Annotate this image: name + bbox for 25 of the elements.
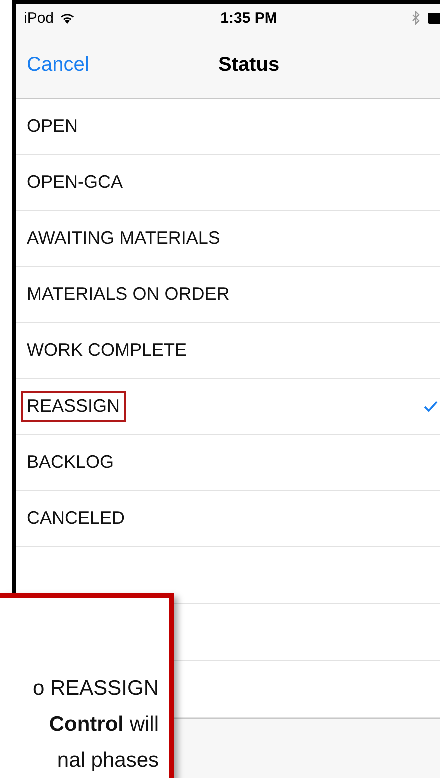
option-label: OPEN: [26, 115, 80, 138]
option-label: OPEN-GCA: [26, 171, 124, 194]
nav-title: Status: [218, 54, 280, 76]
wifi-icon: [60, 12, 76, 24]
callout-text: Control will: [49, 714, 159, 736]
option-label: MATERIALS ON ORDER: [26, 283, 231, 306]
option-label: CANCELED: [26, 507, 126, 530]
status-option[interactable]: OPEN: [16, 99, 440, 155]
option-label: REASSIGN: [21, 391, 126, 422]
status-option[interactable]: REASSIGN: [16, 379, 440, 435]
option-label: AWAITING MATERIALS: [26, 227, 222, 250]
status-option[interactable]: WORK COMPLETE: [16, 323, 440, 379]
callout-text: nal phases: [57, 750, 159, 772]
status-option[interactable]: BACKLOG: [16, 435, 440, 491]
option-label: WORK COMPLETE: [26, 339, 188, 362]
option-label: BACKLOG: [26, 451, 116, 474]
status-option[interactable]: CANCELED: [16, 491, 440, 547]
carrier-label: iPod: [24, 10, 54, 26]
status-time: 1:35 PM: [220, 10, 278, 26]
cancel-button[interactable]: Cancel: [27, 54, 90, 76]
status-option[interactable]: OPEN-GCA: [16, 155, 440, 211]
bluetooth-icon: [412, 11, 420, 25]
status-option[interactable]: AWAITING MATERIALS: [16, 211, 440, 267]
status-option[interactable]: MATERIALS ON ORDER: [16, 267, 440, 323]
callout-text: o REASSIGN: [32, 678, 159, 700]
